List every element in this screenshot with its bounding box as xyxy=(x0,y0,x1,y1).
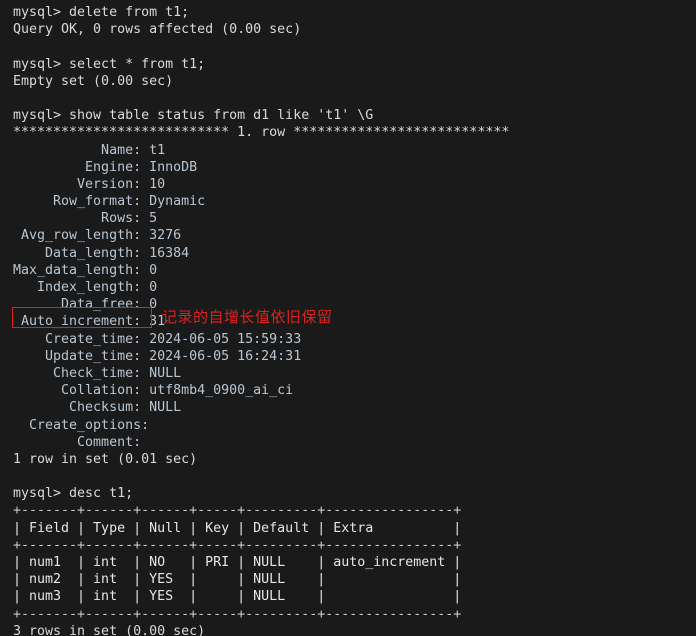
desc-table-header: | Field | Type | Null | Key | Default | … xyxy=(13,520,462,536)
result-row-separator: *************************** 1. row *****… xyxy=(13,125,510,141)
status-field-update-time: Update_time: 2024-06-05 16:24:31 xyxy=(13,348,302,364)
status-field-index-length: Index_length: 0 xyxy=(13,280,158,295)
status-field-rows: Rows: 5 xyxy=(13,211,158,227)
command-show-table-status: mysql> show table status from d1 like 't… xyxy=(13,108,374,124)
output-delete: Query OK, 0 rows affected (0.00 sec) xyxy=(13,22,302,38)
status-rows-summary: 1 row in set (0.01 sec) xyxy=(13,451,198,467)
status-field-check-time: Check_time: NULL xyxy=(13,365,182,381)
desc-table-border-bottom: +-------+------+------+-----+---------+-… xyxy=(13,606,462,622)
status-field-row-format: Row_format: Dynamic xyxy=(13,194,206,210)
output-select: Empty set (0.00 sec) xyxy=(13,73,174,89)
table-row: | num2 | int | YES | | NULL | | xyxy=(13,572,462,588)
desc-rows-summary: 3 rows in set (0.00 sec) xyxy=(13,623,206,636)
command-select: mysql> select * from t1; xyxy=(13,56,206,72)
status-field-checksum: Checksum: NULL xyxy=(13,400,182,416)
annotation-text: 记录的自增长值依旧保留 xyxy=(162,308,333,326)
desc-table-border-header: +-------+------+------+-----+---------+-… xyxy=(13,537,462,553)
status-field-name: Name: t1 xyxy=(13,142,166,158)
desc-table-border-top: +-------+------+------+-----+---------+-… xyxy=(13,503,462,519)
status-field-engine: Engine: InnoDB xyxy=(13,159,198,175)
status-field-auto-increment: Auto_increment: 31 xyxy=(13,314,166,330)
status-field-comment: Comment: xyxy=(13,434,142,450)
terminal-window[interactable]: mysql> delete from t1; Query OK, 0 rows … xyxy=(0,0,696,636)
table-row: | num1 | int | NO | PRI | NULL | auto_in… xyxy=(13,555,462,570)
table-row: | num3 | int | YES | | NULL | | xyxy=(13,589,462,605)
status-field-avg-row-length: Avg_row_length: 3276 xyxy=(13,228,182,244)
status-field-collation: Collation: utf8mb4_0900_ai_ci xyxy=(13,383,294,399)
status-field-create-time: Create_time: 2024-06-05 15:59:33 xyxy=(13,331,302,347)
status-field-max-data-length: Max_data_length: 0 xyxy=(13,262,158,278)
status-field-create-options: Create_options: xyxy=(13,417,150,433)
status-field-version: Version: 10 xyxy=(13,176,166,192)
status-field-data-free: Data_free: 0 xyxy=(13,297,158,313)
status-field-data-length: Data_length: 16384 xyxy=(13,245,190,261)
command-desc: mysql> desc t1; xyxy=(13,486,134,502)
command-delete: mysql> delete from t1; xyxy=(13,5,190,20)
